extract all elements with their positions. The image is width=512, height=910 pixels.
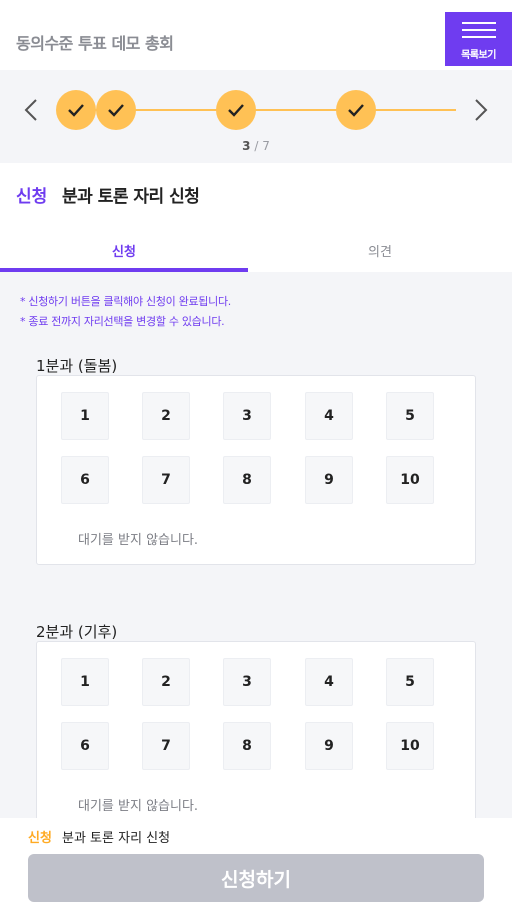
apply-button[interactable]: 신청하기 xyxy=(28,854,484,902)
step-4-complete[interactable] xyxy=(336,90,376,130)
seat-button[interactable]: 8 xyxy=(223,722,271,770)
bottom-title: 분과 토론 자리 신청 xyxy=(62,831,171,846)
chevron-right-icon[interactable] xyxy=(468,96,492,124)
seat-button[interactable]: 3 xyxy=(223,658,271,706)
list-view-button[interactable]: 목록보기 xyxy=(445,12,512,66)
total-steps: 7 xyxy=(262,139,270,153)
seat-button[interactable]: 3 xyxy=(223,392,271,440)
seat-button[interactable]: 2 xyxy=(142,392,190,440)
group-title: 1분과 (돌봄) xyxy=(36,357,118,375)
tab-apply[interactable]: 신청 xyxy=(0,241,248,260)
check-icon xyxy=(228,104,244,117)
page-title: 동의수준 투표 데모 총회 xyxy=(16,34,174,53)
seat-button[interactable]: 5 xyxy=(386,392,434,440)
seat-button[interactable]: 5 xyxy=(386,658,434,706)
waitlist-note: 대기를 받지 않습니다. xyxy=(78,533,199,548)
seat-group-1: 1 2 3 4 5 6 7 8 9 10 대기를 받지 않습니다. xyxy=(36,375,476,565)
seat-button[interactable]: 1 xyxy=(61,658,109,706)
check-icon xyxy=(348,104,364,117)
list-view-label: 목록보기 xyxy=(461,50,496,61)
page: 동의수준 투표 데모 총회 목록보기 3 / 7 신청 분과 토론 자리 신청 … xyxy=(0,0,512,910)
seat-button[interactable]: 9 xyxy=(305,722,353,770)
seat-button[interactable]: 6 xyxy=(61,456,109,504)
seat-button[interactable]: 4 xyxy=(305,658,353,706)
seat-button[interactable]: 6 xyxy=(61,722,109,770)
section-header: 신청 분과 토론 자리 신청 신청 의견 xyxy=(0,163,512,272)
bottom-tag: 신청 xyxy=(28,831,52,846)
step-separator: / xyxy=(250,139,263,153)
current-step: 3 xyxy=(242,139,251,153)
notice-text: * 신청하기 버튼을 클릭해야 신청이 완료됩니다. xyxy=(20,295,231,308)
step-counter: 3 / 7 xyxy=(0,139,512,153)
step-2-complete[interactable] xyxy=(96,90,136,130)
bottom-action-bar: 신청 분과 토론 자리 신청 신청하기 xyxy=(0,818,512,910)
hamburger-icon xyxy=(461,22,496,38)
waitlist-note: 대기를 받지 않습니다. xyxy=(78,799,199,814)
group-title: 2분과 (기후) xyxy=(36,623,118,641)
seat-button[interactable]: 10 xyxy=(386,722,434,770)
step-progress: 3 / 7 xyxy=(0,70,512,163)
seat-button[interactable]: 2 xyxy=(142,658,190,706)
seat-button[interactable]: 10 xyxy=(386,456,434,504)
seat-button[interactable]: 8 xyxy=(223,456,271,504)
seat-group-2: 1 2 3 4 5 6 7 8 9 10 대기를 받지 않습니다. xyxy=(36,641,476,831)
active-tab-indicator xyxy=(0,268,248,272)
seat-button[interactable]: 7 xyxy=(142,722,190,770)
notice-text: * 종료 전까지 자리선택을 변경할 수 있습니다. xyxy=(20,315,225,328)
seat-button[interactable]: 4 xyxy=(305,392,353,440)
seat-button[interactable]: 7 xyxy=(142,456,190,504)
check-icon xyxy=(108,104,124,117)
seat-button[interactable]: 1 xyxy=(61,392,109,440)
seat-button[interactable]: 9 xyxy=(305,456,353,504)
chevron-left-icon[interactable] xyxy=(20,96,44,124)
step-1-complete[interactable] xyxy=(56,90,96,130)
section-tag: 신청 xyxy=(16,187,48,207)
step-3-complete[interactable] xyxy=(216,90,256,130)
section-title: 분과 토론 자리 신청 xyxy=(62,187,200,207)
check-icon xyxy=(68,104,84,117)
tab-opinion[interactable]: 의견 xyxy=(256,241,504,260)
app-header: 동의수준 투표 데모 총회 목록보기 xyxy=(0,0,512,70)
